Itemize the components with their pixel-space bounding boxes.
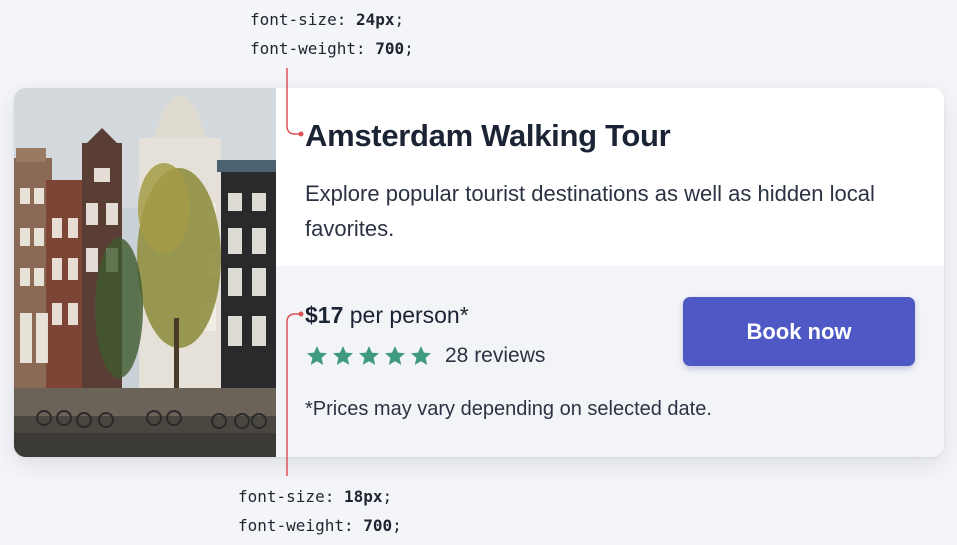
card-footer-section: $17 per person* 28 reviews *Prices may v… xyxy=(276,266,944,457)
tour-description: Explore popular tourist destinations as … xyxy=(305,181,875,241)
star-icon xyxy=(333,346,353,365)
card-header-section: Amsterdam Walking Tour Explore popular t… xyxy=(276,88,944,266)
font-annotation-bottom: font-size: 18px; font-weight: 700; xyxy=(238,487,402,535)
tour-card: Amsterdam Walking Tour Explore popular t… xyxy=(14,88,944,457)
star-icon xyxy=(385,346,405,365)
rating: 28 reviews xyxy=(305,344,545,368)
tour-title: Amsterdam Walking Tour xyxy=(305,118,671,153)
star-icon xyxy=(307,346,327,365)
reviews-count[interactable]: 28 reviews xyxy=(445,344,545,368)
book-now-button[interactable]: Book now xyxy=(683,297,915,366)
amsterdam-canal-houses-photo xyxy=(14,88,276,457)
price-amount: $17 xyxy=(305,302,344,328)
star-icon xyxy=(359,346,379,365)
font-annotation-top: font-size: 24px; font-weight: 700; xyxy=(250,10,414,58)
price-line: $17 per person* xyxy=(305,302,469,329)
price-disclaimer: *Prices may vary depending on selected d… xyxy=(305,398,712,420)
star-rating xyxy=(305,344,433,368)
price-suffix: per person* xyxy=(343,302,469,328)
star-icon xyxy=(411,346,431,365)
